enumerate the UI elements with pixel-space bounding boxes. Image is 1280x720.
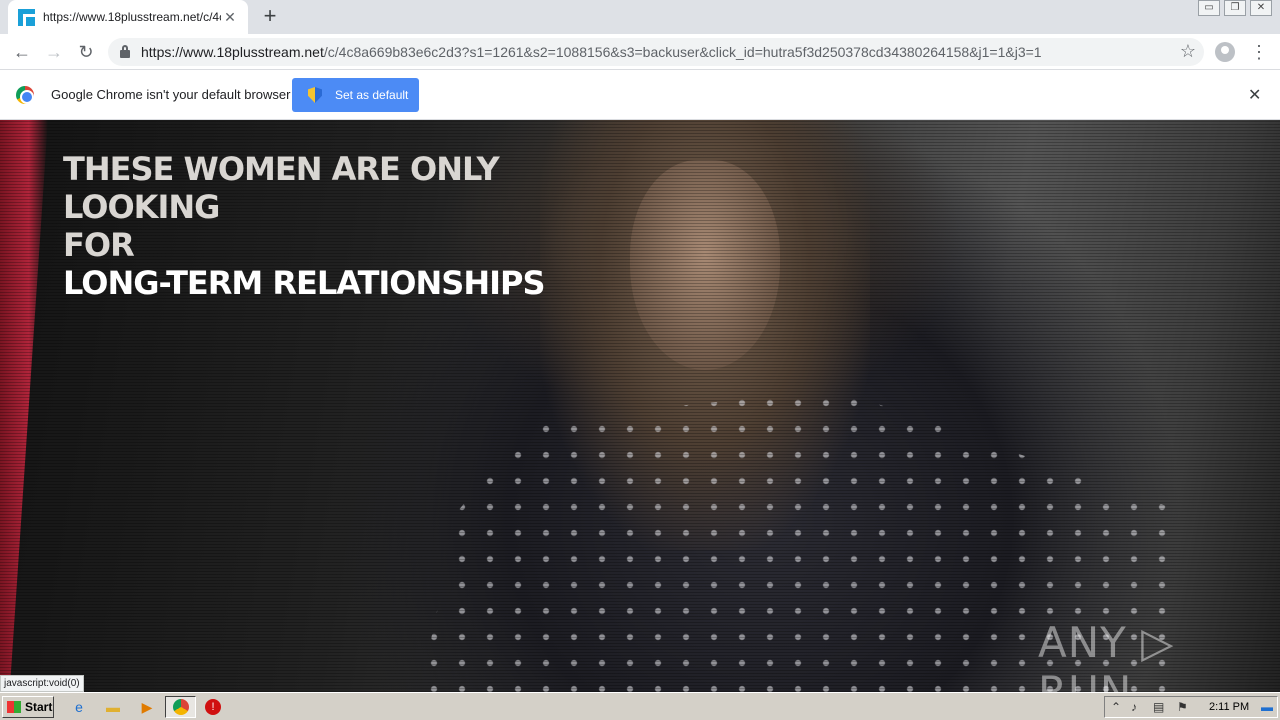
windows-flag-icon — [7, 701, 21, 713]
show-desktop-icon[interactable]: ▬ — [1261, 700, 1273, 714]
headline-line-1: THESE WOMEN ARE ONLY LOOKING — [63, 150, 500, 226]
start-label: Start — [25, 700, 53, 714]
address-bar[interactable]: https://www.18plusstream.net/c/4c8a669b8… — [108, 38, 1204, 66]
status-bubble: javascript:void(0) — [0, 675, 84, 692]
set-as-default-label: Set as default — [335, 88, 409, 102]
back-button[interactable]: ← — [10, 40, 34, 64]
system-tray: ⌃ ♪ ▤ ⚑ 2:11 PM ▬ — [1104, 696, 1278, 718]
start-button[interactable]: Start — [2, 696, 54, 718]
url-text[interactable]: https://www.18plusstream.net/c/4c8a669b8… — [141, 44, 1042, 60]
default-browser-infobar: Google Chrome isn't your default browser… — [0, 70, 1280, 120]
window-controls: ▭ ❐ ✕ — [1198, 0, 1272, 16]
stop-icon[interactable]: ! — [205, 699, 221, 715]
anyrun-watermark: ANY ▷ RUN — [1038, 618, 1175, 692]
taskbar-clock[interactable]: 2:11 PM — [1209, 701, 1249, 713]
reload-button[interactable]: ↻ — [74, 40, 98, 64]
volume-icon[interactable]: ♪ — [1131, 700, 1137, 714]
folder-icon[interactable]: ▬ — [104, 698, 122, 716]
tab-strip: https://www.18plusstream.net/c/4c ✕ + ▭ … — [0, 0, 1280, 34]
action-center-flag-icon[interactable]: ⚑ — [1177, 700, 1188, 714]
new-tab-button[interactable]: + — [258, 5, 282, 29]
tab-title: https://www.18plusstream.net/c/4c — [43, 10, 221, 24]
page-headline: THESE WOMEN ARE ONLY LOOKING FOR LONG-TE… — [63, 150, 663, 302]
headline-line-3: LONG-TERM RELATIONSHIPS — [63, 264, 546, 302]
browser-menu-icon[interactable]: ⋮ — [1250, 40, 1268, 64]
browser-tab[interactable]: https://www.18plusstream.net/c/4c ✕ — [8, 0, 248, 34]
windows-taskbar: Start e ▬ ▶ ! ⌃ ♪ ▤ ⚑ 2:11 PM ▬ — [0, 692, 1280, 720]
media-player-icon[interactable]: ▶ — [138, 698, 156, 716]
close-window-button[interactable]: ✕ — [1250, 0, 1272, 16]
url-path: /c/4c8a669b83e6c2d3?s1=1261&s2=1088156&s… — [323, 44, 1042, 60]
restore-button[interactable]: ❐ — [1224, 0, 1246, 16]
minimize-button[interactable]: ▭ — [1198, 0, 1220, 16]
site-favicon-icon — [18, 8, 35, 26]
chrome-icon — [173, 699, 189, 715]
tab-close-icon[interactable]: ✕ — [222, 9, 238, 25]
shield-icon — [308, 87, 322, 103]
forward-button[interactable]: → — [42, 40, 66, 64]
bookmark-star-icon[interactable]: ☆ — [1180, 41, 1196, 62]
chrome-logo-icon — [16, 86, 34, 104]
browser-toolbar: ← → ↻ https://www.18plusstream.net/c/4c8… — [0, 34, 1280, 70]
chrome-taskbar-button[interactable] — [165, 696, 196, 718]
ie-icon[interactable]: e — [70, 698, 88, 716]
tray-expand-icon[interactable]: ⌃ — [1111, 700, 1121, 714]
infobar-message: Google Chrome isn't your default browser — [51, 87, 291, 102]
page-content[interactable]: THESE WOMEN ARE ONLY LOOKING FOR LONG-TE… — [0, 120, 1280, 692]
url-host: https://www.18plusstream.net — [141, 44, 324, 60]
infobar-close-icon[interactable]: ✕ — [1248, 85, 1261, 105]
profile-avatar-icon[interactable] — [1215, 42, 1235, 62]
set-as-default-button[interactable]: Set as default — [292, 78, 419, 112]
network-icon[interactable]: ▤ — [1153, 700, 1164, 714]
lock-icon[interactable] — [120, 45, 130, 58]
headline-line-2: FOR — [63, 226, 135, 264]
